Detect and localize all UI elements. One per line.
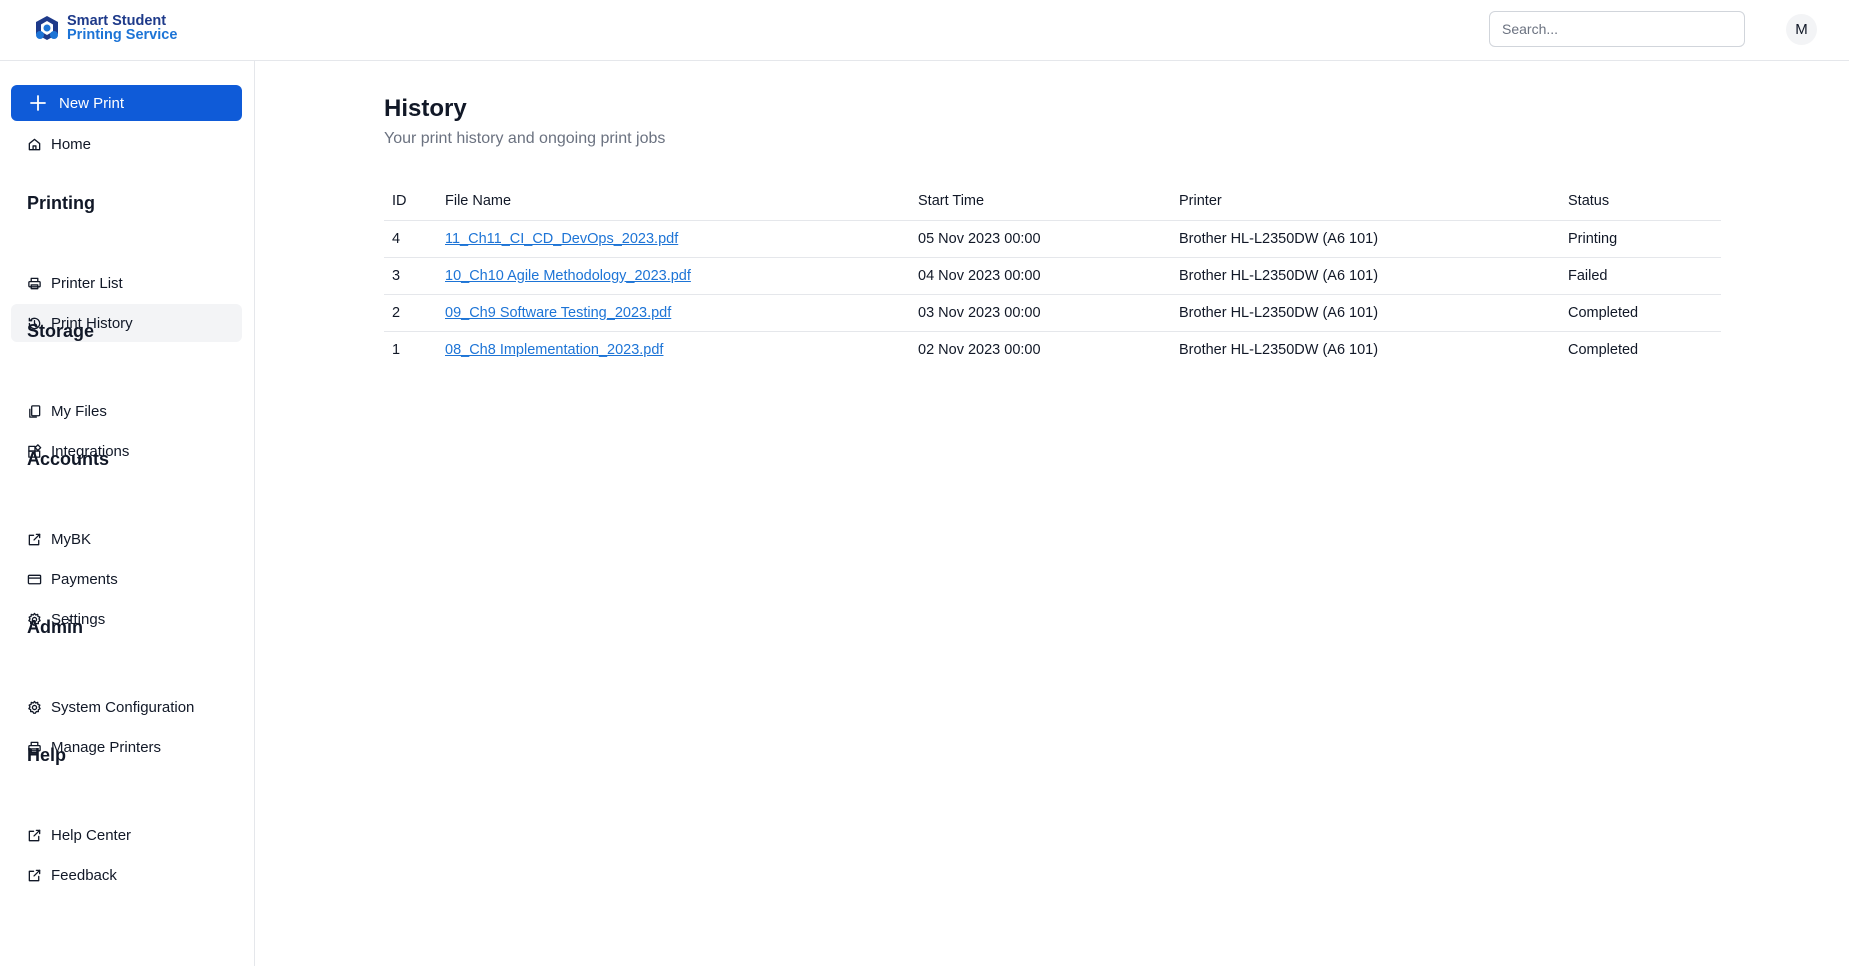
table-row: 4 11_Ch11_CI_CD_DevOps_2023.pdf 05 Nov 2… [384,220,1721,258]
column-header-id: ID [384,182,437,221]
sidebar-item-my-files[interactable]: My Files [11,392,242,430]
job-id: 4 [384,220,437,258]
section-title-admin: Admin [27,617,83,637]
sidebar-item-label: Manage Printers [51,738,162,756]
external-link-icon [28,533,41,545]
job-id: 1 [392,341,401,358]
section-title-printing: Printing [27,193,95,213]
sidebar-item-printer-list[interactable]: Printer List [11,264,242,302]
job-id: 3 [384,257,437,295]
table-row: 2 09_Ch9 Software Testing_2023.pdf 03 No… [384,294,1721,332]
sidebar-item-payments[interactable]: Payments [11,560,242,598]
sidebar-item-help-center[interactable]: Help Center [11,816,242,854]
new-print-button[interactable]: New Print [11,85,242,121]
brand-logo-icon [36,16,58,40]
printer-icon [28,277,41,289]
sidebar-item-label: MyBK [51,530,92,548]
table-row: 1 08_Ch8 Implementation_2023.pdf 02 Nov … [384,331,1721,368]
section-title-accounts: Accounts [27,449,110,469]
status-text: Completed [1560,294,1721,332]
sidebar-item-label: Feedback [51,866,117,884]
file-link[interactable]: 10_Ch10 Agile Methodology_2023.pdf [445,268,691,284]
file-link[interactable]: 08_Ch8 Implementation_2023.pdf [445,342,663,358]
page-subtitle: Your print history and ongoing print job… [384,130,666,147]
file-link[interactable]: 09_Ch9 Software Testing_2023.pdf [445,305,671,321]
new-print-label: New Print [59,94,125,112]
status-text: Completed [1568,341,1639,358]
sidebar-item-label: Payments [51,570,118,588]
start-time: 02 Nov 2023 00:00 [918,341,1041,358]
column-header-start-time: Start Time [910,182,1171,221]
page-title: History [384,95,467,122]
start-time: 03 Nov 2023 00:00 [910,294,1171,332]
section-title-storage: Storage [27,321,95,341]
sidebar-item-label: Help Center [51,826,132,844]
home-icon [28,138,41,150]
column-header-printer: Printer [1171,182,1560,221]
brand-name-line2: Printing Service [67,27,178,43]
sidebar-item-label: Home [51,135,92,153]
job-id: 2 [384,294,437,332]
printer-name: Brother HL-L2350DW (A6 101) [1171,294,1560,332]
file-link[interactable]: 11_Ch11_CI_CD_DevOps_2023.pdf [445,231,678,247]
plus-icon [30,95,46,111]
sidebar: New Print Home Printing Printer List Pri… [0,61,255,966]
table-row: 3 10_Ch10 Agile Methodology_2023.pdf 04 … [384,257,1721,295]
printer-name: Brother HL-L2350DW (A6 101) [1171,220,1560,258]
brand[interactable]: Smart Student Printing Service [33,14,177,42]
sidebar-item-home[interactable]: Home [11,125,242,163]
column-header-file-name: File Name [437,182,910,221]
section-title-help: Help [27,745,67,765]
sidebar-item-mybk[interactable]: MyBK [11,520,242,558]
start-time: 04 Nov 2023 00:00 [910,257,1171,295]
sidebar-item-label: Printer List [51,274,123,292]
start-time: 05 Nov 2023 00:00 [910,220,1171,258]
search-input[interactable] [1489,11,1745,47]
sidebar-item-label: System Configuration [51,698,195,716]
credit-card-icon [27,574,42,584]
external-link-icon [28,829,41,841]
table-header-row: ID File Name Start Time Printer Status [384,182,1721,221]
sidebar-item-feedback[interactable]: Feedback [11,856,242,894]
gear-icon [28,700,41,714]
history-table: ID File Name Start Time Printer Status 4… [384,182,1721,368]
printer-name: Brother HL-L2350DW (A6 101) [1179,341,1379,358]
sidebar-item-system-configuration[interactable]: System Configuration [11,688,242,726]
top-bar: Smart Student Printing Service M [0,0,1849,61]
sidebar-item-label: My Files [51,402,107,420]
brand-name-line1: Smart Student [67,13,167,29]
status-text: Printing [1560,220,1721,258]
status-text: Failed [1560,257,1721,295]
column-header-status: Status [1560,182,1721,221]
avatar[interactable]: M [1786,14,1817,45]
external-link-icon [28,869,41,881]
files-icon [29,404,41,418]
printer-name: Brother HL-L2350DW (A6 101) [1171,257,1560,295]
